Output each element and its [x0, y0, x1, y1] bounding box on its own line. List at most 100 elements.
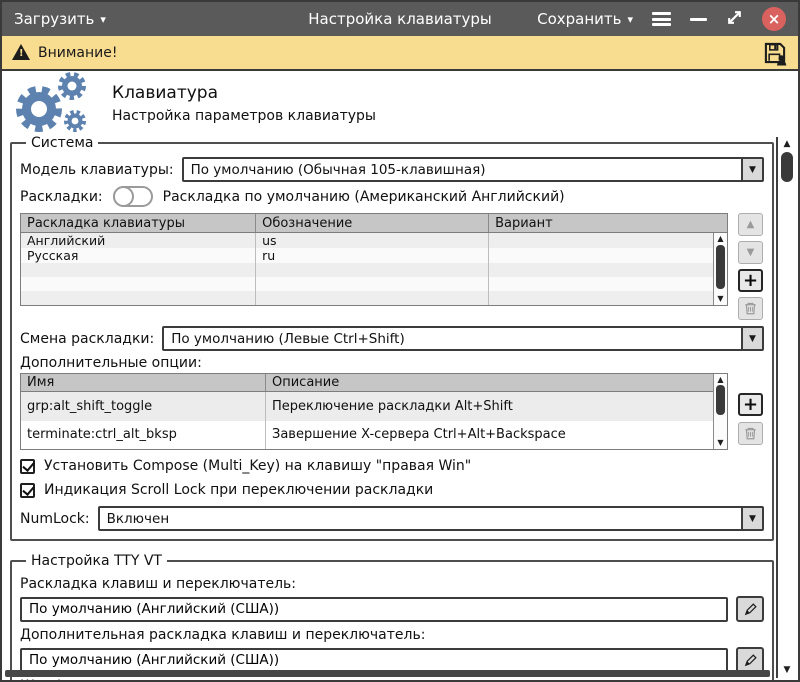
scroll-down-icon[interactable]: ▼ [778, 666, 796, 675]
down-arrow-icon: ▼ [746, 246, 755, 258]
numlock-select[interactable]: Включен ▼ [97, 506, 764, 531]
plus-icon: + [742, 269, 759, 291]
keyboard-model-value: По умолчанию (Обычная 105-клавишная) [190, 161, 486, 178]
switch-combo-label: Смена раскладки: [20, 330, 155, 347]
pencil-icon [744, 602, 757, 615]
scroll-down-icon[interactable]: ▼ [714, 439, 727, 447]
scroll-up-icon[interactable]: ▲ [714, 376, 727, 384]
table-row-empty [21, 291, 727, 305]
scroll-down-icon[interactable]: ▼ [714, 295, 727, 303]
add-option-button[interactable]: + [738, 393, 763, 416]
column-header-description[interactable]: Описание [266, 374, 727, 391]
options-table-header: Имя Описание [21, 374, 727, 392]
content-area: Клавиатура Настройка параметров клавиату… [2, 71, 798, 680]
toggle-knob-icon [112, 186, 134, 207]
numlock-label: NumLock: [20, 510, 90, 527]
layouts-default-toggle[interactable] [112, 186, 153, 207]
keyboard-model-select[interactable]: По умолчанию (Обычная 105-клавишная) ▼ [181, 157, 764, 182]
switch-combo-value: По умолчанию (Левые Ctrl+Shift) [171, 330, 405, 347]
cell-option-name: terminate:ctrl_alt_bksp [21, 420, 266, 449]
chevron-down-icon[interactable]: ▼ [741, 159, 762, 180]
tty-font-label: Шрифт: [20, 678, 764, 680]
scrollbar-thumb[interactable] [716, 385, 725, 415]
maximize-button[interactable] [726, 9, 743, 30]
chevron-down-icon: ▾ [627, 12, 633, 26]
tty-layout-field[interactable]: По умолчанию (Английский (США)) [20, 596, 728, 622]
tty-extra-layout-field[interactable]: По умолчанию (Английский (США)) [20, 647, 728, 673]
tty-legend: Настройка TTY VT [31, 553, 162, 569]
numlock-value: Включен [106, 510, 170, 527]
table-row[interactable]: terminate:ctrl_alt_bksp Завершение X-сер… [21, 420, 727, 449]
options-table-scrollbar[interactable]: ▲ ▼ [713, 374, 727, 449]
horizontal-scrollbar-thumb[interactable] [5, 670, 770, 677]
title-bar: Загрузить ▾ Настройка клавиатуры Сохрани… [2, 2, 798, 36]
minimize-icon [690, 17, 707, 21]
trash-icon [745, 302, 756, 315]
table-row[interactable]: Русская ru [21, 248, 727, 263]
scrollbar-thumb[interactable] [781, 152, 793, 182]
scroll-up-icon[interactable]: ▲ [778, 140, 796, 149]
page-subtitle: Настройка параметров клавиатуры [112, 107, 376, 124]
extra-options-label: Дополнительные опции: [20, 355, 202, 371]
column-header-variant[interactable]: Вариант [489, 214, 727, 232]
options-table: Имя Описание grp:alt_shift_toggle Перекл… [20, 373, 728, 450]
warning-text: Внимание! [38, 44, 118, 61]
expand-icon [728, 10, 741, 24]
up-arrow-icon: ▲ [746, 218, 755, 230]
trash-icon [745, 427, 756, 440]
layout-table-header: Раскладка клавиатуры Обозначение Вариант [21, 214, 727, 233]
close-icon: × [767, 9, 781, 28]
window-title: Настройка клавиатуры [308, 10, 492, 28]
chevron-down-icon: ▾ [100, 12, 106, 26]
layout-table-scrollbar[interactable]: ▲ ▼ [713, 233, 727, 305]
add-layout-button[interactable]: + [738, 269, 763, 292]
tty-extra-layout-label: Дополнительная раскладка клавиш и перекл… [20, 627, 426, 643]
save-file-icon [764, 42, 787, 65]
hamburger-menu-icon[interactable] [652, 12, 671, 26]
tty-section: Настройка TTY VT Раскладка клавиш и пере… [10, 553, 774, 680]
cell-option-description: Завершение X-сервера Ctrl+Alt+Backspace [272, 427, 566, 443]
chevron-down-icon[interactable]: ▼ [741, 328, 762, 349]
delete-layout-button[interactable] [738, 297, 763, 320]
app-window: Загрузить ▾ Настройка клавиатуры Сохрани… [0, 0, 800, 682]
save-file-button[interactable] [762, 40, 788, 66]
plus-icon: + [742, 393, 759, 415]
layouts-label: Раскладки: [20, 188, 103, 205]
column-header-layout[interactable]: Раскладка клавиатуры [21, 214, 257, 232]
page-title: Клавиатура [112, 82, 219, 103]
load-menu-label: Загрузить [14, 10, 95, 28]
close-button[interactable]: × [762, 7, 786, 31]
warning-bar: ! Внимание! [2, 36, 798, 71]
chevron-down-icon[interactable]: ▼ [741, 508, 762, 529]
cell-variant [489, 233, 727, 248]
vertical-scrollbar[interactable]: ▲ ▼ [776, 137, 796, 678]
tty-layout-label: Раскладка клавиш и переключатель: [20, 576, 297, 592]
move-down-button[interactable]: ▼ [738, 241, 763, 264]
delete-option-button[interactable] [738, 422, 763, 445]
table-row[interactable]: Английский us [21, 233, 727, 248]
pencil-icon [744, 653, 757, 666]
compose-checkbox[interactable] [20, 458, 35, 474]
cell-option-name: grp:alt_shift_toggle [21, 392, 266, 421]
scroll-lock-checkbox[interactable] [20, 482, 35, 498]
layouts-default-hint: Раскладка по умолчанию (Американский Анг… [162, 188, 565, 205]
minimize-button[interactable] [690, 17, 707, 21]
gears-icon [16, 72, 86, 132]
switch-combo-select[interactable]: По умолчанию (Левые Ctrl+Shift) ▼ [162, 326, 764, 351]
scrollbar-thumb[interactable] [716, 245, 725, 289]
cell-layout: Английский [21, 233, 257, 248]
load-menu-button[interactable]: Загрузить ▾ [14, 10, 106, 28]
warning-icon: ! [12, 43, 30, 60]
save-menu-button[interactable]: Сохранить ▾ [537, 10, 633, 28]
system-section: Система Модель клавиатуры: По умолчанию … [10, 135, 774, 541]
table-row-empty [21, 277, 727, 291]
column-header-name[interactable]: Имя [21, 374, 266, 391]
keyboard-model-label: Модель клавиатуры: [20, 161, 174, 178]
save-menu-label: Сохранить [537, 10, 622, 28]
page-header: Клавиатура Настройка параметров клавиату… [10, 71, 774, 135]
tty-layout-edit-button[interactable] [736, 596, 764, 622]
table-row[interactable]: grp:alt_shift_toggle Переключение раскла… [21, 392, 727, 421]
column-header-code[interactable]: Обозначение [256, 214, 490, 232]
scroll-up-icon[interactable]: ▲ [714, 235, 727, 243]
move-up-button[interactable]: ▲ [738, 213, 763, 236]
